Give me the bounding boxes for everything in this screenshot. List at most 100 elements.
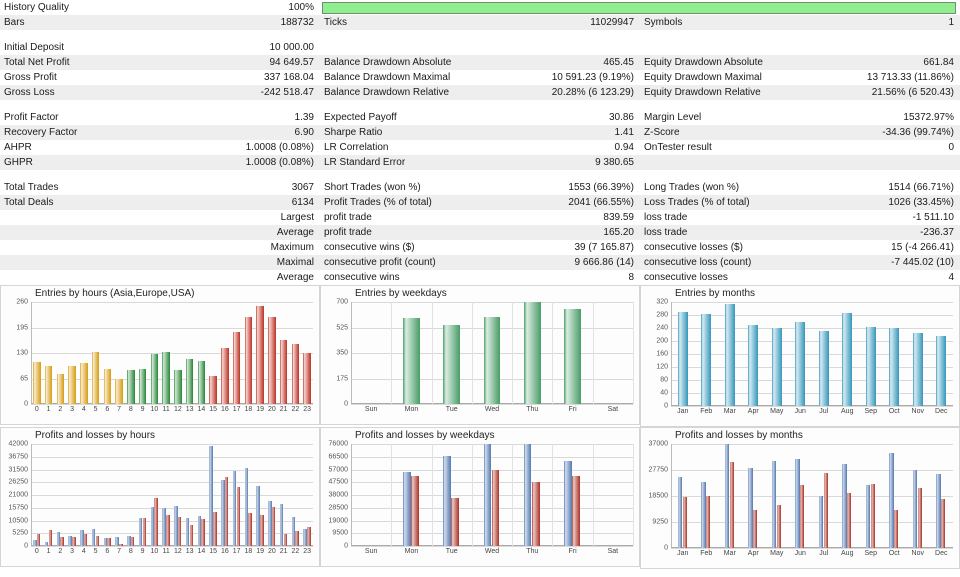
plot-area: 0 9500 19000 28500 38000 47500 57000 66500 76000… xyxy=(329,441,634,555)
bar xyxy=(303,352,311,404)
stats-cell: Equity Drawdown Relative 21.56% (6 520.43… xyxy=(640,85,960,100)
x-axis-tick: Feb xyxy=(700,550,713,557)
y-axis-tick: 0 xyxy=(24,542,28,550)
stats-cell: LR Correlation 0.94 xyxy=(320,140,640,155)
stats-cell: loss trade -236.37 xyxy=(640,225,960,240)
bars-group xyxy=(31,444,313,546)
plot-area: 0 65 130 195 260 0 1 2 3 4 5 6 7 8 9 10 11 12 13 14 15 16 17 18… xyxy=(16,299,313,413)
gridline xyxy=(671,406,953,407)
x-axis-tick: 6 xyxy=(105,548,110,555)
bars-group xyxy=(351,302,634,404)
stats-row: Total Deals 6134 Profit Trades (% of total… xyxy=(0,195,960,210)
chart-entries-by-months: Entries by months 0 40 80 120 160 200 240 280 320… xyxy=(640,285,960,427)
stats-row: Maximum consecutive wins ($) 39 (7 165.87)… xyxy=(0,240,960,255)
stats-label: consecutive wins xyxy=(324,272,400,283)
stats-cell: Ticks 11029947 xyxy=(320,15,640,30)
bar xyxy=(185,359,194,404)
stats-label xyxy=(0,210,281,225)
bars-group xyxy=(351,444,634,546)
stats-row: Recovery Factor 6.90 Sharpe Ratio 1.41 Z-Sco… xyxy=(0,125,960,140)
stats-cell: loss trade -1 511.10 xyxy=(640,210,960,225)
stats-value: -34.36 (99.74%) xyxy=(882,127,954,138)
stats-cell: Loss Trades (% of total) 1026 (33.45%) xyxy=(640,195,960,210)
bar xyxy=(865,327,876,406)
gridline xyxy=(351,546,633,547)
bar xyxy=(177,517,182,546)
stats-value xyxy=(954,40,960,55)
stats-label: Profit Factor xyxy=(4,112,59,123)
stats-cell: consecutive loss (count) -7 445.02 (10) xyxy=(640,255,960,270)
x-axis-tick: 20 xyxy=(267,548,276,555)
y-axis-tick: 5250 xyxy=(12,529,28,537)
bar xyxy=(56,373,64,404)
stats-label: loss trade xyxy=(644,227,688,238)
statistics-table: History Quality 100% Bars 188732 Ticks 110299… xyxy=(0,0,960,285)
x-axis-tick: 12 xyxy=(173,548,182,555)
stats-value: 188732 xyxy=(280,17,314,28)
category-separator xyxy=(431,444,433,546)
y-axis-tick: 47500 xyxy=(328,478,348,486)
stats-value: Maximum xyxy=(270,242,314,253)
stats-label: Margin Level xyxy=(644,112,702,123)
bar xyxy=(941,499,946,548)
x-axis-tick: Jun xyxy=(794,408,806,415)
y-axis-tick: 130 xyxy=(16,349,28,357)
bar xyxy=(256,305,264,404)
plot-area: 0 9250 18500 27750 37000 Jan Feb Mar Apr May Jun Ju… xyxy=(649,441,953,557)
stats-value: 94 649.57 xyxy=(269,57,315,68)
bar xyxy=(72,537,76,546)
x-axis-tick: 16 xyxy=(220,406,229,413)
chart-title: Entries by hours (Asia,Europe,USA) xyxy=(35,288,195,299)
stats-label xyxy=(320,40,634,55)
stats-label xyxy=(0,240,271,255)
stats-cell: consecutive losses 4 xyxy=(640,270,960,285)
category-separator xyxy=(633,302,634,404)
bar xyxy=(244,316,252,404)
stats-cell: Total Deals 6134 xyxy=(0,195,320,210)
gridline xyxy=(351,404,633,405)
y-axis-tick: 525 xyxy=(336,324,348,331)
gridline xyxy=(31,546,313,547)
chart-title: Entries by months xyxy=(675,288,756,299)
plot-area: 0 175 350 525 700 Sun Mon Tue Wed Thu Fri Sat xyxy=(336,299,634,413)
bar xyxy=(232,332,241,404)
y-axis-tick: 195 xyxy=(16,324,28,331)
x-axis-tick: Jul xyxy=(819,408,829,415)
stats-cell: Maximum xyxy=(0,240,320,255)
stats-value: 1.0008 (0.08%) xyxy=(245,142,314,153)
x-axis-tick: 0 xyxy=(34,548,39,555)
x-axis-tick: 0 xyxy=(34,406,39,413)
y-axis-tick: 260 xyxy=(16,298,28,306)
bar xyxy=(523,302,541,404)
stats-label: History Quality xyxy=(4,2,70,13)
x-axis-tick: 3 xyxy=(70,548,75,555)
x-axis-tick: Jul xyxy=(819,550,829,557)
strategy-tester-report: History Quality 100% Bars 188732 Ticks 110299… xyxy=(0,0,960,577)
bar xyxy=(236,486,241,546)
stats-row: Total Trades 3067 Short Trades (won %) 1553… xyxy=(0,180,960,195)
stats-value: -242 518.47 xyxy=(260,87,314,98)
x-axis-tick: 9 xyxy=(140,406,145,413)
x-axis-tick: Jun xyxy=(794,550,806,557)
x-axis-tick: Nov xyxy=(911,408,924,415)
bar xyxy=(150,354,158,404)
bar xyxy=(142,518,147,546)
x-axis-tick: 12 xyxy=(173,406,182,413)
bar xyxy=(221,347,229,404)
y-axis-tick: 350 xyxy=(336,349,348,357)
y-axis-tick: 80 xyxy=(660,376,668,384)
stats-label: Profit Trades (% of total) xyxy=(324,197,432,208)
bar xyxy=(201,518,205,546)
stats-label: OnTester result xyxy=(644,142,712,153)
stats-value: Maximal xyxy=(276,257,314,268)
bar xyxy=(795,322,806,406)
category-separator xyxy=(391,444,393,546)
chart-title: Profits and losses by weekdays xyxy=(355,430,495,441)
bar xyxy=(44,365,53,404)
chart-entries-by-hours: Entries by hours (Asia,Europe,USA) 0 65 130… xyxy=(0,285,320,425)
bar xyxy=(771,328,782,406)
stats-value: 15372.97% xyxy=(903,112,954,123)
bar xyxy=(729,462,734,548)
stats-label: consecutive wins ($) xyxy=(324,242,415,253)
stats-row: Gross Profit 337 168.04 Balance Drawdown M… xyxy=(0,70,960,85)
